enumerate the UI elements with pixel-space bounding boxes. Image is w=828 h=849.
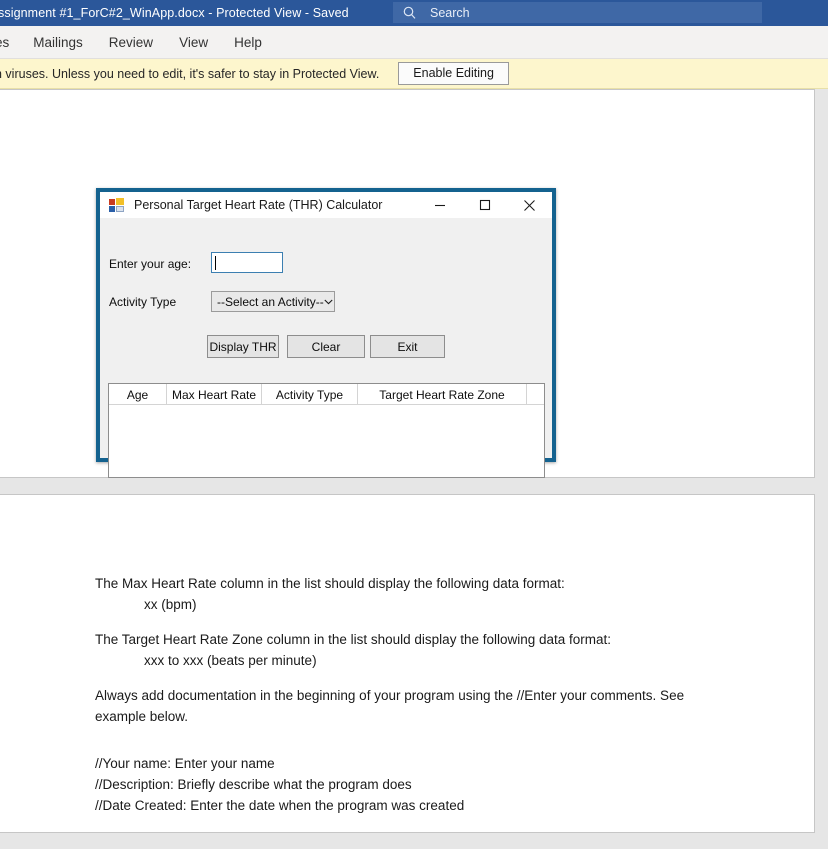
document-canvas[interactable]: 2 Revised 1/24/2019 The Max Heart Rate c… (0, 89, 828, 849)
listview-header: Age Max Heart Rate Activity Type Target … (109, 384, 544, 405)
comment-example-block: //Your name: Enter your name //Descripti… (95, 753, 735, 816)
protected-view-bar: n viruses. Unless you need to edit, it's… (0, 59, 828, 89)
paragraph-max-heart-rate: The Max Heart Rate column in the list sh… (95, 573, 735, 615)
column-header-target-zone[interactable]: Target Heart Rate Zone (358, 384, 527, 405)
winforms-app-icon (109, 197, 125, 213)
paragraph-indent: xxx to xxx (beats per minute) (144, 653, 317, 668)
column-header-age[interactable]: Age (109, 384, 167, 405)
ribbon-tab-bar: es Mailings Review View Help (0, 26, 828, 59)
activity-type-label: Activity Type (109, 295, 177, 309)
listview-rows (109, 405, 544, 477)
tab-help[interactable]: Help (221, 26, 275, 59)
tab-mailings[interactable]: Mailings (20, 26, 96, 59)
window-controls (417, 192, 552, 219)
results-listview[interactable]: Age Max Heart Rate Activity Type Target … (108, 383, 545, 478)
tab-review[interactable]: Review (96, 26, 166, 59)
comment-line: //Date Created: Enter the date when the … (95, 798, 465, 813)
column-header-max-heart-rate[interactable]: Max Heart Rate (167, 384, 262, 405)
comment-line: //Your name: Enter your name (95, 756, 275, 771)
paragraph-documentation: Always add documentation in the beginnin… (95, 685, 735, 727)
dialog-title-bar[interactable]: Personal Target Heart Rate (THR) Calcula… (100, 192, 552, 219)
paragraph-text: The Max Heart Rate column in the list sh… (95, 576, 565, 591)
age-label: Enter your age: (109, 257, 192, 271)
dialog-body: Enter your age: Activity Type --Select a… (100, 219, 552, 478)
thr-calculator-window[interactable]: Personal Target Heart Rate (THR) Calcula… (96, 188, 556, 478)
word-title-bar: ssignment #1_ForC#2_WinApp.docx - Protec… (0, 0, 828, 26)
age-input[interactable] (211, 252, 283, 273)
column-header-activity-type[interactable]: Activity Type (262, 384, 358, 405)
text-caret (215, 255, 216, 270)
column-header-filler (527, 384, 544, 405)
paragraph-text: Always add documentation in the beginnin… (95, 688, 685, 724)
display-thr-button[interactable]: Display THR (207, 335, 279, 358)
paragraph-indent: xx (bpm) (144, 597, 197, 612)
paragraph-text: The Target Heart Rate Zone column in the… (95, 632, 612, 647)
tab-references[interactable]: es (0, 26, 20, 59)
chevron-down-icon (324, 299, 334, 305)
maximize-icon[interactable] (462, 192, 507, 219)
clear-button[interactable]: Clear (287, 335, 365, 358)
minimize-icon[interactable] (417, 192, 462, 219)
search-icon (402, 6, 420, 20)
document-page-2: The Max Heart Rate column in the list sh… (0, 494, 815, 833)
activity-type-value: --Select an Activity-- (217, 294, 324, 309)
comment-line: //Description: Briefly describe what the… (95, 777, 412, 792)
close-icon[interactable] (507, 192, 552, 219)
enable-editing-button[interactable]: Enable Editing (398, 61, 509, 86)
activity-type-dropdown[interactable]: --Select an Activity-- (211, 291, 335, 312)
dialog-title: Personal Target Heart Rate (THR) Calcula… (134, 198, 383, 212)
document-title: ssignment #1_ForC#2_WinApp.docx - Protec… (0, 6, 349, 20)
search-input[interactable]: Search (393, 2, 762, 23)
paragraph-target-zone: The Target Heart Rate Zone column in the… (95, 629, 735, 671)
search-placeholder: Search (430, 5, 470, 20)
exit-button[interactable]: Exit (370, 335, 445, 358)
protected-view-message: n viruses. Unless you need to edit, it's… (0, 66, 380, 81)
tab-view[interactable]: View (166, 26, 221, 59)
